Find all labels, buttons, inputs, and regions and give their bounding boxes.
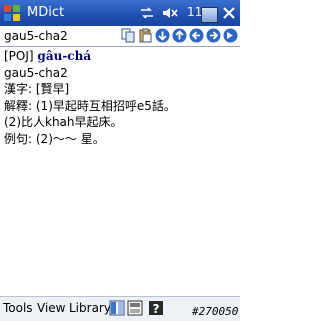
app-title: MDict <box>27 5 65 20</box>
romanization-line: gau5-cha2 <box>4 65 68 80</box>
connectivity-icon[interactable] <box>139 5 155 21</box>
windows-flag-icon[interactable] <box>3 4 21 22</box>
poj-line: [POJ] gâu-chá <box>4 48 236 65</box>
definition-label: 解釋: <box>4 98 33 113</box>
poj-label: [POJ] <box>4 49 34 63</box>
close-button[interactable] <box>219 3 239 23</box>
example-line: 例句: (2)～～ 星。 <box>4 131 236 148</box>
hanzi-line: 漢字: [賢早] <box>4 81 236 98</box>
definition-line-1: 解釋: (1)早起時互相招呼e5話。 <box>4 98 236 115</box>
previous-icon[interactable] <box>189 28 204 43</box>
split-view-icon[interactable] <box>109 300 125 316</box>
svg-text:?: ? <box>153 302 160 316</box>
hanzi-value: [賢早] <box>35 82 70 96</box>
paste-icon[interactable] <box>138 28 153 43</box>
volume-muted-icon[interactable] <box>161 5 179 21</box>
definition-1: (1)早起時互相招呼e5話。 <box>35 98 176 113</box>
close-icon <box>223 7 235 19</box>
definition-line-2: (2)比人khah早起床。 <box>4 115 123 129</box>
example-label: 例句: <box>4 131 33 146</box>
search-input[interactable]: gau5-cha2 <box>1 27 119 46</box>
poj-headword: gâu-chá <box>37 49 92 63</box>
help-icon[interactable]: ? <box>148 300 164 316</box>
title-bar: MDict 11:0 <box>0 0 240 26</box>
hanzi-label: 漢字: <box>4 82 33 96</box>
copy-icon[interactable] <box>121 28 136 43</box>
forward-icon[interactable] <box>223 28 238 43</box>
small-window-icon[interactable] <box>201 7 218 23</box>
definition-panel: [POJ] gâu-chá gau5-cha2 漢字: [賢早] 解釋: (1)… <box>4 48 236 147</box>
menu-tools[interactable]: Tools <box>3 301 33 315</box>
example-value: (2)～～ 星。 <box>35 131 105 146</box>
watermark: #270050 <box>192 305 239 318</box>
keyboard-icon[interactable] <box>127 300 143 316</box>
menu-library[interactable]: Library <box>69 301 111 315</box>
history-icon[interactable] <box>172 28 187 43</box>
next-icon[interactable] <box>206 28 221 43</box>
back-icon[interactable] <box>155 28 170 43</box>
menu-view[interactable]: View <box>37 301 65 315</box>
